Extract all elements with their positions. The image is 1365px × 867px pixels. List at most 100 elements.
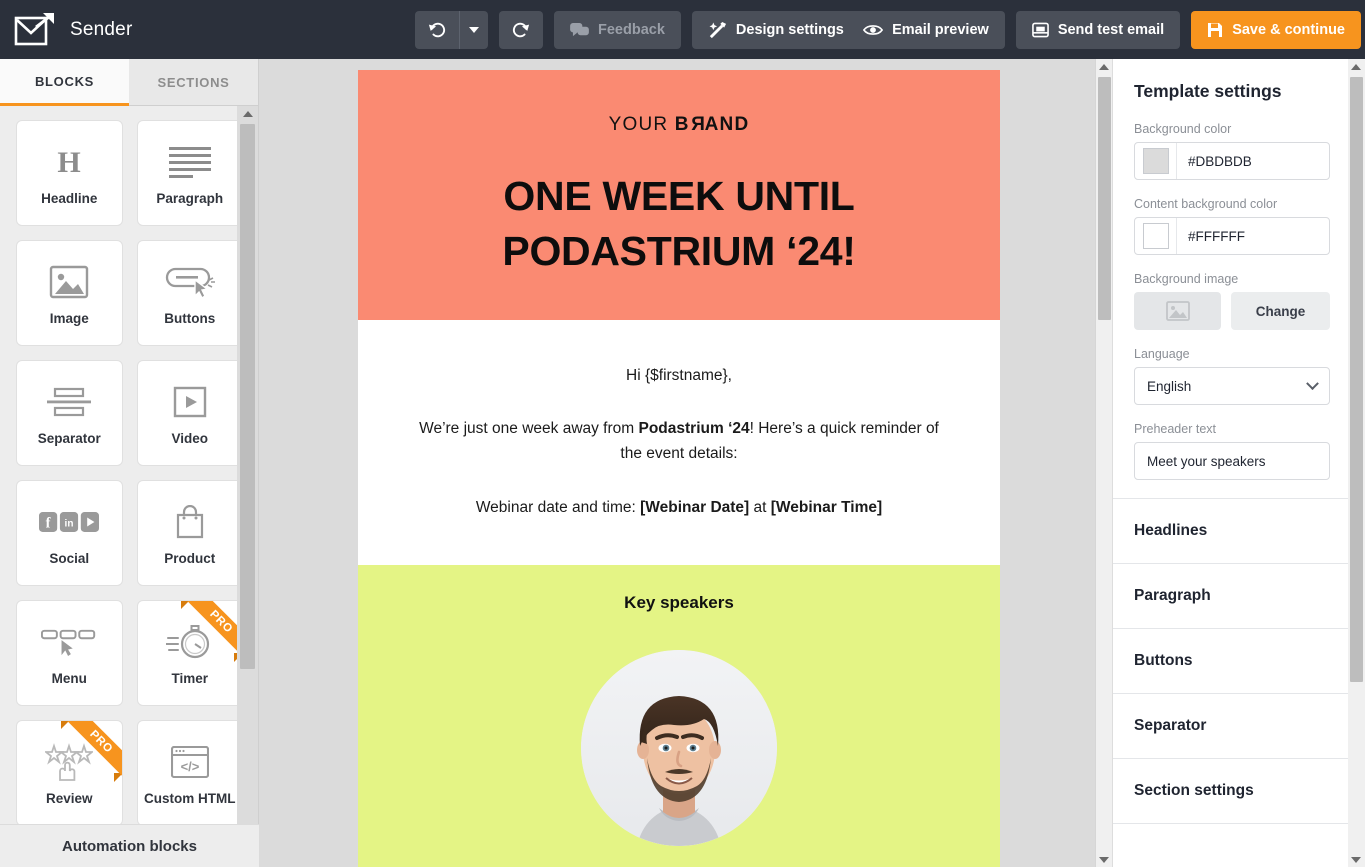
settings-scrollbar-thumb[interactable] [1350,77,1363,682]
canvas-scroll-up-button[interactable] [1096,59,1112,74]
background-color-swatch-cell[interactable] [1135,143,1177,179]
preheader-label: Preheader text [1134,422,1216,436]
save-continue-button[interactable]: Save & continue [1191,11,1361,49]
para-intro-pre: We’re just one week away from [419,420,639,438]
block-label: Headline [41,190,98,206]
block-label: Separator [37,430,101,446]
automation-blocks-section[interactable]: Automation blocks [0,824,259,867]
brand-suffix: AND [704,114,750,135]
email-speakers-section[interactable]: Key speakers [358,564,1000,867]
settings-scrollbar[interactable] [1348,59,1365,867]
button-cursor-icon [165,259,215,305]
block-label: Menu [51,670,87,686]
background-color-input[interactable]: #DBDBDB [1134,142,1330,180]
accordion-section-settings[interactable]: Section settings [1113,759,1365,824]
block-label: Image [49,310,89,326]
canvas-scrollbar-thumb[interactable] [1098,77,1111,320]
triangle-up-icon [242,110,253,117]
accordion-buttons[interactable]: Buttons [1113,629,1365,694]
accordion-headlines[interactable]: Headlines [1113,499,1365,564]
block-custom-html[interactable]: </> Custom HTML [136,720,243,824]
block-image[interactable]: Image [16,240,123,346]
block-headline[interactable]: H Headline [16,120,123,226]
sidebar-scrollbar-thumb[interactable] [240,124,255,669]
para-dt-pre: Webinar date and time: [475,499,641,517]
stars-hand-icon [45,739,94,785]
sidebar-scrollbar[interactable] [237,106,258,867]
content-background-color-swatch[interactable] [1142,223,1169,249]
block-menu[interactable]: Menu [16,600,123,706]
preheader-input[interactable] [1134,442,1330,480]
block-review[interactable]: Review PRO [16,720,123,824]
undo-button[interactable] [415,11,459,49]
content-background-color-swatch-cell[interactable] [1135,218,1177,254]
email-body-section[interactable]: Hi {$firstname}, We’re just one week awa… [358,319,1000,565]
block-buttons[interactable]: Buttons [136,240,243,346]
svg-text:</>: </> [180,759,199,774]
block-label: Video [171,430,208,446]
language-field: Language English [1134,347,1330,405]
top-toolbar: Sender Feedback Design settings Email pr… [0,0,1365,59]
svg-text:in: in [65,518,74,529]
design-settings-button[interactable]: Design settings [691,11,860,49]
email-paragraph-datetime: Webinar date and time: [Webinar Date] at… [410,496,948,521]
settings-scroll-down-button[interactable] [1348,852,1364,867]
undo-dropdown-button[interactable] [459,11,488,49]
email-hero-section[interactable]: YOUR BRAND ONE WEEK UNTIL PODASTRIUM ‘24… [358,70,1000,320]
magic-wand-icon [708,21,727,40]
content-background-color-input[interactable]: #FFFFFF [1134,217,1330,255]
block-label: Social [49,550,90,566]
email-preview-button[interactable]: Email preview [847,11,1005,49]
content-background-color-value[interactable]: #FFFFFF [1177,218,1329,254]
background-image-row: Change [1134,292,1330,330]
envelope-arrow-icon [14,12,56,48]
block-separator[interactable]: Separator [16,360,123,466]
undo-group [415,11,488,49]
app-name: Sender [70,18,133,40]
background-color-field: Background color #DBDBDB [1134,122,1330,180]
accordion-paragraph[interactable]: Paragraph [1113,564,1365,629]
block-label: Buttons [164,310,216,326]
background-color-swatch[interactable] [1142,148,1169,174]
send-test-email-button[interactable]: Send test email [1015,11,1181,49]
block-social[interactable]: f in Social [16,480,123,586]
email-canvas: YOUR BRAND ONE WEEK UNTIL PODASTRIUM ‘24… [259,59,1112,867]
stopwatch-icon [165,619,214,665]
save-continue-label: Save & continue [1232,22,1345,38]
triangle-down-icon [1351,856,1361,863]
tab-blocks[interactable]: BLOCKS [0,59,129,106]
hero-title-line-1: ONE WEEK UNTIL [503,173,855,219]
settings-accordion: Headlines Paragraph Buttons Separator Se… [1113,498,1365,824]
background-image-preview[interactable] [1134,292,1221,330]
speaker-portrait [581,649,777,846]
preheader-field: Preheader text [1134,422,1330,480]
language-label: Language [1134,347,1190,361]
canvas-scrollbar[interactable] [1095,59,1112,867]
block-timer[interactable]: Timer PRO [136,600,243,706]
block-product[interactable]: Product [136,480,243,586]
block-paragraph[interactable]: Paragraph [136,120,243,226]
feedback-button[interactable]: Feedback [554,11,681,49]
background-image-change-button[interactable]: Change [1231,292,1330,330]
speakers-heading: Key speakers [624,592,734,612]
toolbar-center-group: Feedback Design settings [415,11,889,49]
chevron-down-icon [1306,376,1319,390]
canvas-scroll-down-button[interactable] [1096,852,1112,867]
text-lines-icon [167,139,213,185]
tab-sections[interactable]: SECTIONS [129,59,258,106]
background-color-value[interactable]: #DBDBDB [1177,143,1329,179]
email-paragraph-intro: We’re just one week away from Podastrium… [410,417,948,467]
accordion-separator[interactable]: Separator [1113,694,1365,759]
triangle-up-icon [1351,63,1361,70]
template-settings-body: Template settings Background color #DBDB… [1113,59,1351,480]
picture-icon [49,259,89,305]
blocks-scroll-area: H Headline Paragraph Image Buttons Separ… [0,106,259,824]
email-template: YOUR BRAND ONE WEEK UNTIL PODASTRIUM ‘24… [358,70,1000,867]
block-label: Custom HTML [144,790,236,806]
block-video[interactable]: Video [136,360,243,466]
template-settings-panel: Template settings Background color #DBDB… [1112,59,1365,867]
redo-button[interactable] [499,11,543,49]
language-select[interactable]: English [1134,367,1330,405]
sidebar-scroll-up-button[interactable] [237,106,258,121]
settings-scroll-up-button[interactable] [1348,59,1364,74]
